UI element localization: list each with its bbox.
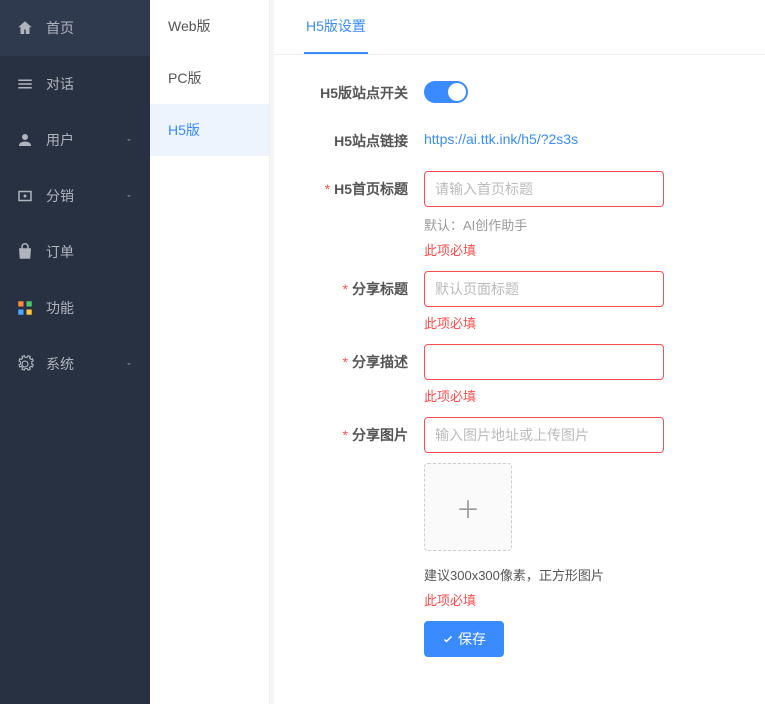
sidebar-item-home[interactable]: 首页 bbox=[0, 0, 150, 56]
share-image-note: 建议300x300像素，正方形图片 bbox=[424, 565, 664, 584]
sidebar-item-order[interactable]: 订单 bbox=[0, 224, 150, 280]
home-title-error: 此项必填 bbox=[424, 240, 664, 259]
label-share-desc: *分享描述 bbox=[304, 344, 424, 372]
sidebar-item-label: 系统 bbox=[46, 354, 124, 374]
upload-box[interactable]: ＋ bbox=[424, 463, 512, 551]
sidebar-item-user[interactable]: 用户 bbox=[0, 112, 150, 168]
sidebar-item-system[interactable]: 系统 bbox=[0, 336, 150, 392]
chevron-down-icon bbox=[124, 359, 134, 369]
grid-icon bbox=[16, 299, 34, 317]
site-link[interactable]: https://ai.ttk.ink/h5/?2s3s bbox=[424, 131, 578, 147]
sidebar: 首页 对话 用户 分销 订单 功能 系统 bbox=[0, 0, 150, 704]
label-link: H5站点链接 bbox=[304, 123, 424, 151]
main-content: H5版设置 H5版站点开关 H5站点链接 https://ai.ttk.ink/… bbox=[274, 0, 765, 704]
share-image-input[interactable] bbox=[424, 417, 664, 453]
form: H5版站点开关 H5站点链接 https://ai.ttk.ink/h5/?2s… bbox=[274, 55, 765, 689]
sidebar-item-label: 功能 bbox=[46, 298, 134, 318]
subnav-item-web[interactable]: Web版 bbox=[150, 0, 269, 52]
sidebar-item-label: 分销 bbox=[46, 186, 124, 206]
share-image-error: 此项必填 bbox=[424, 590, 664, 609]
toggle-knob bbox=[448, 83, 466, 101]
sidebar-item-label: 首页 bbox=[46, 18, 134, 38]
sidebar-item-chat[interactable]: 对话 bbox=[0, 56, 150, 112]
save-button[interactable]: 保存 bbox=[424, 621, 504, 657]
share-title-input[interactable] bbox=[424, 271, 664, 307]
share-title-error: 此项必填 bbox=[424, 313, 664, 332]
sidebar-item-label: 订单 bbox=[46, 242, 134, 262]
affiliate-icon bbox=[16, 187, 34, 205]
tabs: H5版设置 bbox=[274, 0, 765, 55]
sidebar-item-feature[interactable]: 功能 bbox=[0, 280, 150, 336]
subnav: Web版 PC版 H5版 bbox=[150, 0, 270, 704]
check-icon bbox=[442, 633, 454, 645]
share-desc-input[interactable] bbox=[424, 344, 664, 380]
bag-icon bbox=[16, 243, 34, 261]
home-icon bbox=[16, 19, 34, 37]
share-desc-error: 此项必填 bbox=[424, 386, 664, 405]
list-icon bbox=[16, 75, 34, 93]
subnav-item-h5[interactable]: H5版 bbox=[150, 104, 269, 156]
gear-icon bbox=[16, 355, 34, 373]
sidebar-item-label: 用户 bbox=[46, 130, 124, 150]
label-home-title: *H5首页标题 bbox=[304, 171, 424, 199]
user-icon bbox=[16, 131, 34, 149]
chevron-down-icon bbox=[124, 135, 134, 145]
home-title-input[interactable] bbox=[424, 171, 664, 207]
label-share-title: *分享标题 bbox=[304, 271, 424, 299]
label-share-image: *分享图片 bbox=[304, 417, 424, 445]
plus-icon: ＋ bbox=[456, 490, 480, 525]
subnav-item-pc[interactable]: PC版 bbox=[150, 52, 269, 104]
sidebar-item-label: 对话 bbox=[46, 74, 134, 94]
tab-h5-settings[interactable]: H5版设置 bbox=[304, 0, 368, 54]
label-switch: H5版站点开关 bbox=[304, 75, 424, 103]
chevron-down-icon bbox=[124, 191, 134, 201]
home-title-help: 默认：AI创作助手 bbox=[424, 215, 664, 234]
site-toggle[interactable] bbox=[424, 81, 468, 103]
sidebar-item-affiliate[interactable]: 分销 bbox=[0, 168, 150, 224]
